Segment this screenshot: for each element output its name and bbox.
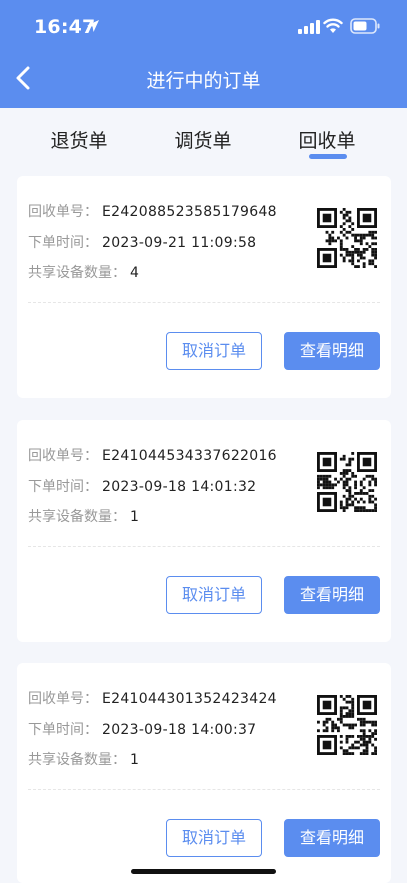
view-details-button[interactable]: 查看明细 xyxy=(284,332,380,370)
tab-return-order[interactable]: 退货单 xyxy=(34,126,124,153)
cancel-order-button[interactable]: 取消订单 xyxy=(166,576,262,614)
order-number-row: 回收单号： E241044534337622016 xyxy=(28,445,277,465)
divider xyxy=(28,789,380,790)
cancel-order-button[interactable]: 取消订单 xyxy=(166,332,262,370)
order-number-value: E241044534337622016 xyxy=(102,448,277,464)
qr-code-icon[interactable] xyxy=(317,695,377,755)
order-number-row: 回收单号： E242088523585179648 xyxy=(28,201,277,221)
order-card: 回收单号： E241044301352423424 下单时间： 2023-09-18… xyxy=(17,663,391,883)
device-count-label: 共享设备数量： xyxy=(28,509,126,525)
view-details-button[interactable]: 查看明细 xyxy=(284,819,380,857)
device-count-value: 1 xyxy=(130,509,140,525)
order-number-row: 回收单号： E241044301352423424 xyxy=(28,688,277,708)
order-time-label: 下单时间： xyxy=(28,722,98,738)
cancel-order-button[interactable]: 取消订单 xyxy=(166,819,262,857)
order-time-row: 下单时间： 2023-09-18 14:00:37 xyxy=(28,719,256,739)
active-tab-indicator xyxy=(309,154,347,159)
location-arrow-icon xyxy=(87,20,99,32)
order-number-label: 回收单号： xyxy=(28,691,98,707)
order-time-label: 下单时间： xyxy=(28,479,98,495)
qr-code-icon[interactable] xyxy=(317,452,377,512)
header: 16:47 进行中的订单 xyxy=(0,0,407,108)
order-card: 回收单号： E241044534337622016 下单时间： 2023-09-18… xyxy=(17,420,391,642)
home-indicator xyxy=(131,869,276,874)
divider xyxy=(28,302,380,303)
order-number-label: 回收单号： xyxy=(28,448,98,464)
order-time-value: 2023-09-18 14:01:32 xyxy=(102,479,257,495)
view-details-button[interactable]: 查看明细 xyxy=(284,576,380,614)
order-time-row: 下单时间： 2023-09-18 14:01:32 xyxy=(28,476,256,496)
order-number-value: E242088523585179648 xyxy=(102,204,277,220)
qr-code-icon[interactable] xyxy=(317,208,377,268)
device-count-value: 4 xyxy=(130,265,140,281)
device-count-row: 共享设备数量： 1 xyxy=(28,506,139,526)
order-time-row: 下单时间： 2023-09-21 11:09:58 xyxy=(28,232,256,252)
status-bar: 16:47 xyxy=(0,0,407,52)
order-number-value: E241044301352423424 xyxy=(102,691,277,707)
tab-recycle-order[interactable]: 回收单 xyxy=(282,126,372,153)
wifi-icon xyxy=(323,18,343,33)
order-time-label: 下单时间： xyxy=(28,235,98,251)
tab-transfer-order[interactable]: 调货单 xyxy=(158,126,248,153)
order-time-value: 2023-09-18 14:00:37 xyxy=(102,722,257,738)
device-count-label: 共享设备数量： xyxy=(28,752,126,768)
signal-icon xyxy=(298,20,320,34)
device-count-row: 共享设备数量： 1 xyxy=(28,749,139,769)
order-number-label: 回收单号： xyxy=(28,204,98,220)
divider xyxy=(28,546,380,547)
order-card: 回收单号： E242088523585179648 下单时间： 2023-09-21… xyxy=(17,176,391,398)
device-count-label: 共享设备数量： xyxy=(28,265,126,281)
device-count-row: 共享设备数量： 4 xyxy=(28,262,139,282)
page-title: 进行中的订单 xyxy=(146,70,261,92)
order-time-value: 2023-09-21 11:09:58 xyxy=(102,235,257,251)
battery-icon xyxy=(350,18,380,34)
device-count-value: 1 xyxy=(130,752,140,768)
